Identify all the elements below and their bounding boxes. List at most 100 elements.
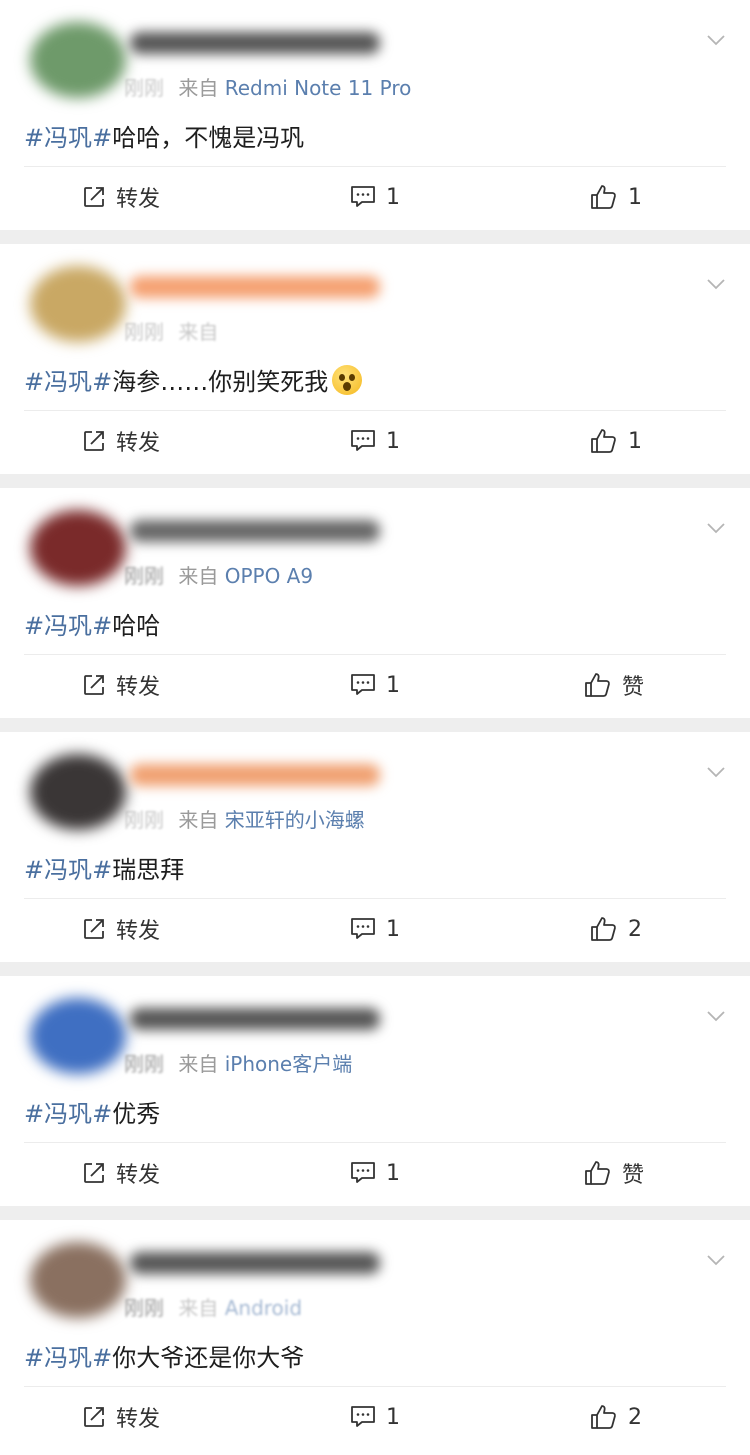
username-blurred[interactable] <box>130 276 380 298</box>
post-meta: 刚刚 来自 Android <box>124 1292 302 1321</box>
post-card[interactable]: 刚刚 来自 Android #冯巩# 你大爷还是你大爷 转发 1 2 <box>0 1220 750 1455</box>
post-card[interactable]: 刚刚 来自 OPPO A9 #冯巩# 哈哈 转发 1 赞 <box>0 488 750 718</box>
forward-button[interactable]: 转发 <box>82 1152 160 1194</box>
chevron-down-icon[interactable] <box>706 762 726 782</box>
avatar[interactable] <box>30 22 126 98</box>
source-prefix: 来自 <box>178 564 219 588</box>
post-card[interactable]: 刚刚 来自 iPhone客户端 #冯巩# 优秀 转发 1 赞 <box>0 976 750 1206</box>
forward-icon <box>84 187 104 207</box>
source-prefix: 来自 <box>178 808 219 832</box>
avatar[interactable] <box>30 754 126 830</box>
forward-button[interactable]: 转发 <box>82 1396 160 1438</box>
comment-button[interactable]: 1 <box>350 664 400 706</box>
topic-tag[interactable]: #冯巩# <box>24 118 112 153</box>
post-time: 刚刚 <box>124 76 164 100</box>
forward-label: 转发 <box>116 431 161 456</box>
topic-tag[interactable]: #冯巩# <box>24 1338 112 1373</box>
post-content[interactable]: #冯巩# 优秀 <box>24 1094 160 1129</box>
post-text: 哈哈，不愧是冯巩 <box>112 124 305 152</box>
avatar[interactable] <box>30 998 126 1074</box>
post-card[interactable]: 刚刚 来自 宋亚轩的小海螺 #冯巩# 瑞思拜 转发 1 2 <box>0 732 750 962</box>
topic-tag[interactable]: #冯巩# <box>24 362 112 397</box>
like-button[interactable]: 1 <box>590 176 642 218</box>
topic-tag[interactable]: #冯巩# <box>24 1094 112 1129</box>
post-source[interactable]: OPPO A9 <box>225 564 313 588</box>
forward-label: 转发 <box>116 675 161 700</box>
post-card[interactable]: 刚刚 来自 #冯巩# 海参……你别笑死我 转发 1 1 <box>0 244 750 474</box>
post-time: 刚刚 <box>124 808 164 832</box>
comment-button[interactable]: 1 <box>350 908 400 950</box>
forward-icon <box>84 1163 104 1183</box>
post-text: 你大爷还是你大爷 <box>112 1344 305 1372</box>
post-source[interactable]: 宋亚轩的小海螺 <box>225 808 365 832</box>
username-blurred[interactable] <box>130 1252 380 1274</box>
post-content[interactable]: #冯巩# 海参……你别笑死我 <box>24 362 363 397</box>
post-card[interactable]: 刚刚 来自 Redmi Note 11 Pro #冯巩# 哈哈，不愧是冯巩 转发… <box>0 0 750 230</box>
divider <box>24 898 726 899</box>
forward-label: 转发 <box>116 1163 161 1188</box>
action-bar: 转发 1 2 <box>0 908 750 950</box>
like-count: 2 <box>628 916 642 942</box>
divider <box>24 410 726 411</box>
avatar[interactable] <box>30 266 126 342</box>
post-content[interactable]: #冯巩# 哈哈 <box>24 606 160 641</box>
like-label: 赞 <box>622 1163 645 1188</box>
comment-icon <box>351 1406 375 1427</box>
avatar[interactable] <box>30 510 126 586</box>
post-time: 刚刚 <box>124 1296 164 1320</box>
like-button[interactable]: 2 <box>590 1396 642 1438</box>
forward-label: 转发 <box>116 187 161 212</box>
like-button[interactable]: 赞 <box>584 664 644 706</box>
post-source[interactable]: iPhone客户端 <box>225 1052 353 1076</box>
chevron-down-icon[interactable] <box>706 1250 726 1270</box>
forward-label: 转发 <box>116 1407 161 1432</box>
post-source[interactable]: Redmi Note 11 Pro <box>225 76 412 100</box>
forward-icon <box>84 675 104 695</box>
post-text: 哈哈 <box>112 612 161 640</box>
comment-icon <box>351 1162 375 1183</box>
divider <box>24 1142 726 1143</box>
thumbs-up-icon <box>591 917 616 941</box>
like-button[interactable]: 赞 <box>584 1152 644 1194</box>
comment-button[interactable]: 1 <box>350 176 400 218</box>
chevron-down-icon[interactable] <box>706 30 726 50</box>
post-content[interactable]: #冯巩# 瑞思拜 <box>24 850 184 885</box>
comment-icon <box>351 430 375 451</box>
topic-tag[interactable]: #冯巩# <box>24 606 112 641</box>
forward-icon <box>84 1407 104 1427</box>
forward-button[interactable]: 转发 <box>82 420 160 462</box>
like-button[interactable]: 2 <box>590 908 642 950</box>
comment-icon <box>351 186 375 207</box>
comment-button[interactable]: 1 <box>350 420 400 462</box>
username-blurred[interactable] <box>130 32 380 54</box>
username-blurred[interactable] <box>130 764 380 786</box>
divider <box>24 654 726 655</box>
post-content[interactable]: #冯巩# 你大爷还是你大爷 <box>24 1338 304 1373</box>
forward-button[interactable]: 转发 <box>82 664 160 706</box>
post-meta: 刚刚 来自 iPhone客户端 <box>124 1048 352 1077</box>
post-text: 瑞思拜 <box>112 856 185 884</box>
username-blurred[interactable] <box>130 1008 380 1030</box>
chevron-down-icon[interactable] <box>706 518 726 538</box>
thumbs-up-icon <box>585 1161 610 1185</box>
like-button[interactable]: 1 <box>590 420 642 462</box>
comment-button[interactable]: 1 <box>350 1152 400 1194</box>
chevron-down-icon[interactable] <box>706 1006 726 1026</box>
comment-button[interactable]: 1 <box>350 1396 400 1438</box>
comment-count: 1 <box>386 1160 400 1186</box>
forward-button[interactable]: 转发 <box>82 176 160 218</box>
forward-label: 转发 <box>116 919 161 944</box>
topic-tag[interactable]: #冯巩# <box>24 850 112 885</box>
action-bar: 转发 1 赞 <box>0 1152 750 1194</box>
source-prefix: 来自 <box>178 1052 219 1076</box>
post-content[interactable]: #冯巩# 哈哈，不愧是冯巩 <box>24 118 304 153</box>
post-source[interactable]: Android <box>225 1296 302 1320</box>
chevron-down-icon[interactable] <box>706 274 726 294</box>
username-blurred[interactable] <box>130 520 380 542</box>
forward-button[interactable]: 转发 <box>82 908 160 950</box>
thumbs-up-icon <box>591 185 616 209</box>
avatar[interactable] <box>30 1242 126 1318</box>
post-time: 刚刚 <box>124 564 164 588</box>
post-time: 刚刚 <box>124 1052 164 1076</box>
like-count: 1 <box>628 184 642 210</box>
